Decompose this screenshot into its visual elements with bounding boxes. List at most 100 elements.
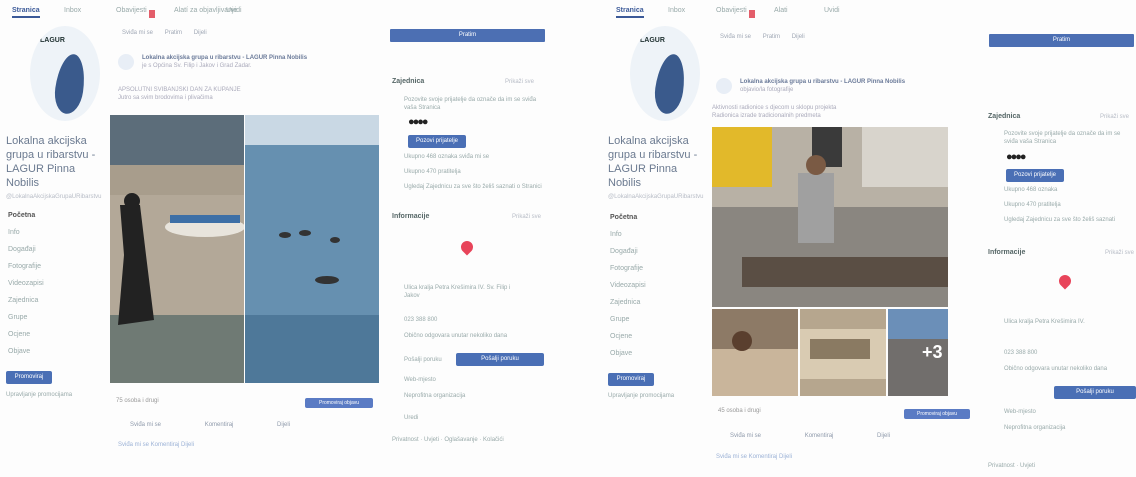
tab-insights[interactable]: Uvidi: [226, 7, 242, 14]
edit-link[interactable]: Uredi: [404, 414, 418, 422]
invite-friends-text: Pozovite svoje prijatelje da označe da i…: [1004, 131, 1121, 145]
nav-item-photos[interactable]: Fotografije: [8, 263, 44, 280]
manage-promotions-link[interactable]: Upravljanje promocijama: [6, 392, 72, 398]
page-logo[interactable]: LAGUR: [630, 26, 700, 121]
comment-line[interactable]: Sviđa mi se Komentiraj Dijeli: [716, 454, 792, 460]
nav-item-videos[interactable]: Videozapisi: [8, 280, 44, 297]
page-follow-button[interactable]: Pratim: [165, 30, 182, 36]
tab-inbox[interactable]: Inbox: [668, 7, 685, 14]
post-comment-button[interactable]: Komentiraj: [205, 422, 234, 428]
manage-promotions-link[interactable]: Upravljanje promocijama: [608, 393, 674, 399]
map-pin-icon[interactable]: [458, 238, 476, 256]
community-see-all-link[interactable]: Prikaži sve: [1100, 114, 1129, 120]
page-like-button[interactable]: Sviđa mi se: [122, 30, 153, 36]
post-photo-1[interactable]: [110, 115, 245, 383]
page-like-button[interactable]: Sviđa mi se: [720, 34, 751, 40]
website-link[interactable]: Web-mjesto: [404, 376, 436, 384]
tab-insights[interactable]: Uvidi: [824, 7, 840, 14]
nav-item-home[interactable]: Početna: [610, 214, 646, 231]
tab-notifications[interactable]: Obavijesti: [116, 7, 155, 18]
left-page-screenshot: Stranica Inbox Obavijesti Alatí za objav…: [0, 0, 560, 477]
nav-item-info[interactable]: Info: [610, 231, 646, 248]
tab-page[interactable]: Stranica: [616, 7, 644, 18]
page-share-button[interactable]: Dijeli: [792, 34, 805, 40]
phone-text[interactable]: 023 388 800: [1004, 349, 1037, 357]
post-photo-2[interactable]: [712, 309, 798, 396]
logo-drop-shape: [51, 52, 89, 116]
page-logo[interactable]: LAGUR: [30, 26, 100, 121]
map-pin-icon[interactable]: [1056, 272, 1074, 290]
boost-post-button[interactable]: Promoviraj objavu: [305, 398, 373, 408]
boost-post-button[interactable]: Promoviraj objavu: [904, 409, 970, 419]
comment-line[interactable]: Sviđa mi se Komentiraj Dijeli: [118, 442, 194, 448]
footer-links[interactable]: Privatnost · Uvjeti · Oglašavanje · Kola…: [392, 436, 542, 444]
page-name[interactable]: Lokalna akcijska grupa u ribarstvu - LAG…: [608, 134, 703, 190]
send-message-button[interactable]: Pošalji poruku: [1054, 386, 1136, 399]
nav-item-info[interactable]: Info: [8, 229, 44, 246]
nav-item-groups[interactable]: Grupe: [610, 316, 646, 333]
about-see-all-link[interactable]: Prikaži sve: [1105, 250, 1134, 256]
post-header: Lokalna akcijska grupa u ribarstvu - LAG…: [740, 78, 950, 94]
post-subline: je s Općina Sv. Filip i Jakov i Grad Zad…: [142, 63, 252, 69]
post-like-button[interactable]: Sviđa mi se: [130, 422, 161, 428]
post-author-name[interactable]: Lokalna akcijska grupa u ribarstvu - LAG…: [740, 78, 950, 86]
footer-links[interactable]: Privatnost · Uvjeti: [988, 462, 1035, 470]
promote-button[interactable]: Promoviraj: [6, 371, 52, 384]
more-photos-count[interactable]: +3: [922, 342, 943, 363]
post-share-button[interactable]: Dijeli: [277, 422, 290, 428]
promote-button[interactable]: Promoviraj: [608, 373, 654, 386]
nav-item-events[interactable]: Događaji: [610, 248, 646, 265]
nav-item-photos[interactable]: Fotografije: [610, 265, 646, 282]
tab-tools[interactable]: Alati: [774, 7, 788, 14]
nav-item-posts[interactable]: Objave: [8, 348, 44, 365]
nav-item-groups[interactable]: Grupe: [8, 314, 44, 331]
post-author-avatar[interactable]: [716, 78, 732, 94]
post-like-button[interactable]: Sviđa mi se: [730, 433, 761, 439]
page-action-bar: Sviđa mi se Pratim Dijeli: [122, 30, 217, 36]
community-info: Ugledaj Zajednicu za sve što želiš sazna…: [1004, 217, 1116, 223]
tab-inbox[interactable]: Inbox: [64, 7, 81, 14]
nav-item-home[interactable]: Početna: [8, 212, 44, 229]
post-photo-main[interactable]: [712, 127, 948, 307]
nav-item-videos[interactable]: Videozapisi: [610, 282, 646, 299]
post-likes-count[interactable]: 45 osoba i drugi: [718, 408, 761, 414]
follow-page-button[interactable]: Pratim: [989, 34, 1134, 47]
send-message-button[interactable]: Pošalji poruku: [456, 353, 544, 366]
phone-text[interactable]: 023 388 800: [404, 316, 437, 324]
nav-item-reviews[interactable]: Ocjene: [8, 331, 44, 348]
community-likes: Ukupno 468 oznaka: [1004, 187, 1058, 193]
invite-friends-button[interactable]: Pozovi prijatelje: [408, 135, 466, 148]
page-follow-button[interactable]: Pratim: [763, 34, 780, 40]
address-text[interactable]: Ulica kralja Petra Krešimira IV.: [1004, 318, 1114, 326]
website-link[interactable]: Web-mjesto: [1004, 408, 1036, 416]
post-comment-button[interactable]: Komentiraj: [805, 433, 834, 439]
post-author-name[interactable]: Lokalna akcijska grupa u ribarstvu - LAG…: [142, 54, 367, 62]
community-see-all-link[interactable]: Prikaži sve: [505, 79, 534, 85]
post-author-avatar[interactable]: [118, 54, 134, 70]
nav-item-community[interactable]: Zajednica: [610, 299, 646, 316]
friend-faces: ●●●●: [1006, 151, 1027, 163]
tab-notifications[interactable]: Obavijesti: [716, 7, 755, 18]
post-reaction-bar: Sviđa mi se Komentiraj Dijeli: [130, 422, 332, 428]
address-text[interactable]: Ulica kralja Petra Krešimira IV. Sv. Fil…: [404, 284, 514, 300]
invite-friends-button[interactable]: Pozovi prijatelje: [1006, 169, 1064, 182]
nav-item-posts[interactable]: Objave: [610, 350, 646, 367]
nav-item-reviews[interactable]: Ocjene: [610, 333, 646, 350]
page-name[interactable]: Lokalna akcijska grupa u ribarstvu - LAG…: [6, 134, 101, 190]
post-reaction-bar: Sviđa mi se Komentiraj Dijeli: [730, 433, 932, 439]
nav-item-events[interactable]: Događaji: [8, 246, 44, 263]
post-photo-3[interactable]: [800, 309, 886, 396]
nav-item-community[interactable]: Zajednica: [8, 297, 44, 314]
category-text[interactable]: Neprofitna organizacija: [1004, 424, 1065, 432]
tab-page[interactable]: Stranica: [12, 7, 40, 18]
send-message-link[interactable]: Pošalji poruku: [404, 356, 442, 364]
post-photo-2[interactable]: [245, 115, 379, 383]
post-share-button[interactable]: Dijeli: [877, 433, 890, 439]
photo-shore-boat: [110, 115, 245, 383]
about-see-all-link[interactable]: Prikaži sve: [512, 214, 541, 220]
page-share-button[interactable]: Dijeli: [194, 30, 207, 36]
category-text[interactable]: Neprofitna organizacija: [404, 392, 465, 400]
post-subline: objavio/la fotografije: [740, 87, 794, 93]
follow-page-button[interactable]: Pratim: [390, 29, 545, 42]
post-likes-count[interactable]: 75 osoba i drugi: [116, 398, 159, 404]
